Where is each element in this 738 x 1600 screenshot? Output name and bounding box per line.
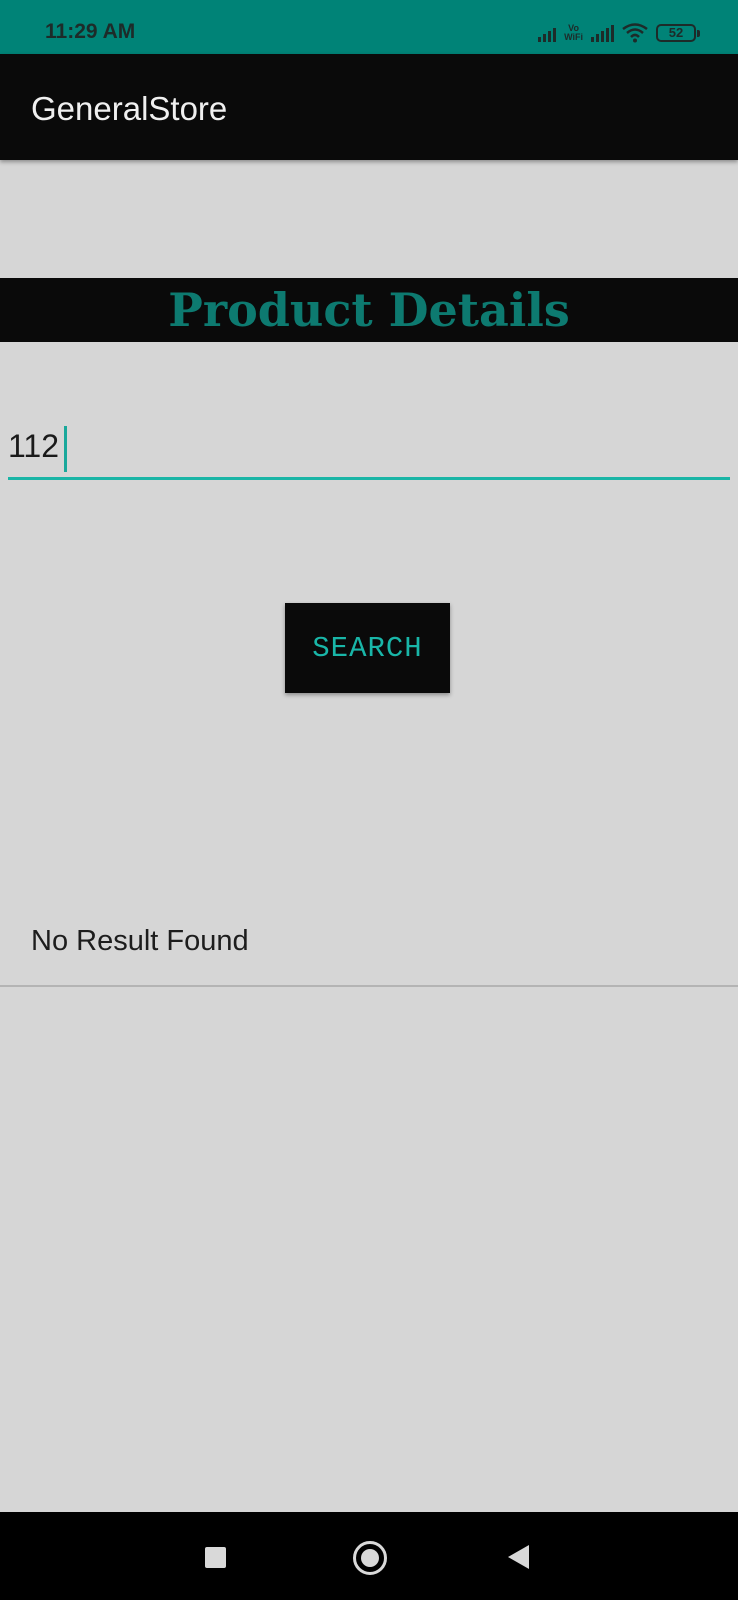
- result-text: No Result Found: [31, 925, 249, 957]
- battery-icon: 52: [656, 24, 700, 42]
- back-icon[interactable]: [508, 1545, 529, 1569]
- navigation-bar: [0, 1512, 738, 1600]
- status-time: 11:29 AM: [45, 20, 136, 43]
- home-icon[interactable]: [353, 1541, 387, 1575]
- vowifi-bottom-label: WiFi: [564, 32, 583, 42]
- search-button[interactable]: SEARCH: [285, 603, 450, 693]
- status-icons: Vo WiFi 52: [538, 20, 700, 46]
- text-caret: [64, 426, 67, 472]
- wifi-icon: [622, 23, 648, 43]
- app-title: GeneralStore: [31, 90, 228, 127]
- signal-icon: [538, 24, 557, 42]
- product-id-input-value[interactable]: 112: [8, 428, 59, 465]
- divider: [0, 985, 738, 987]
- page-title: Product Details: [168, 283, 570, 337]
- signal-icon: [591, 24, 614, 42]
- recent-apps-icon[interactable]: [205, 1547, 226, 1568]
- product-details-header: Product Details: [0, 278, 738, 342]
- product-id-input[interactable]: 112: [8, 420, 730, 480]
- vowifi-icon: Vo WiFi: [564, 24, 583, 42]
- search-button-label: SEARCH: [312, 631, 423, 665]
- input-underline: [8, 477, 730, 480]
- app-bar: GeneralStore: [0, 54, 738, 160]
- battery-level: 52: [668, 25, 684, 40]
- status-bar: 11:29 AM Vo WiFi 52: [0, 0, 738, 54]
